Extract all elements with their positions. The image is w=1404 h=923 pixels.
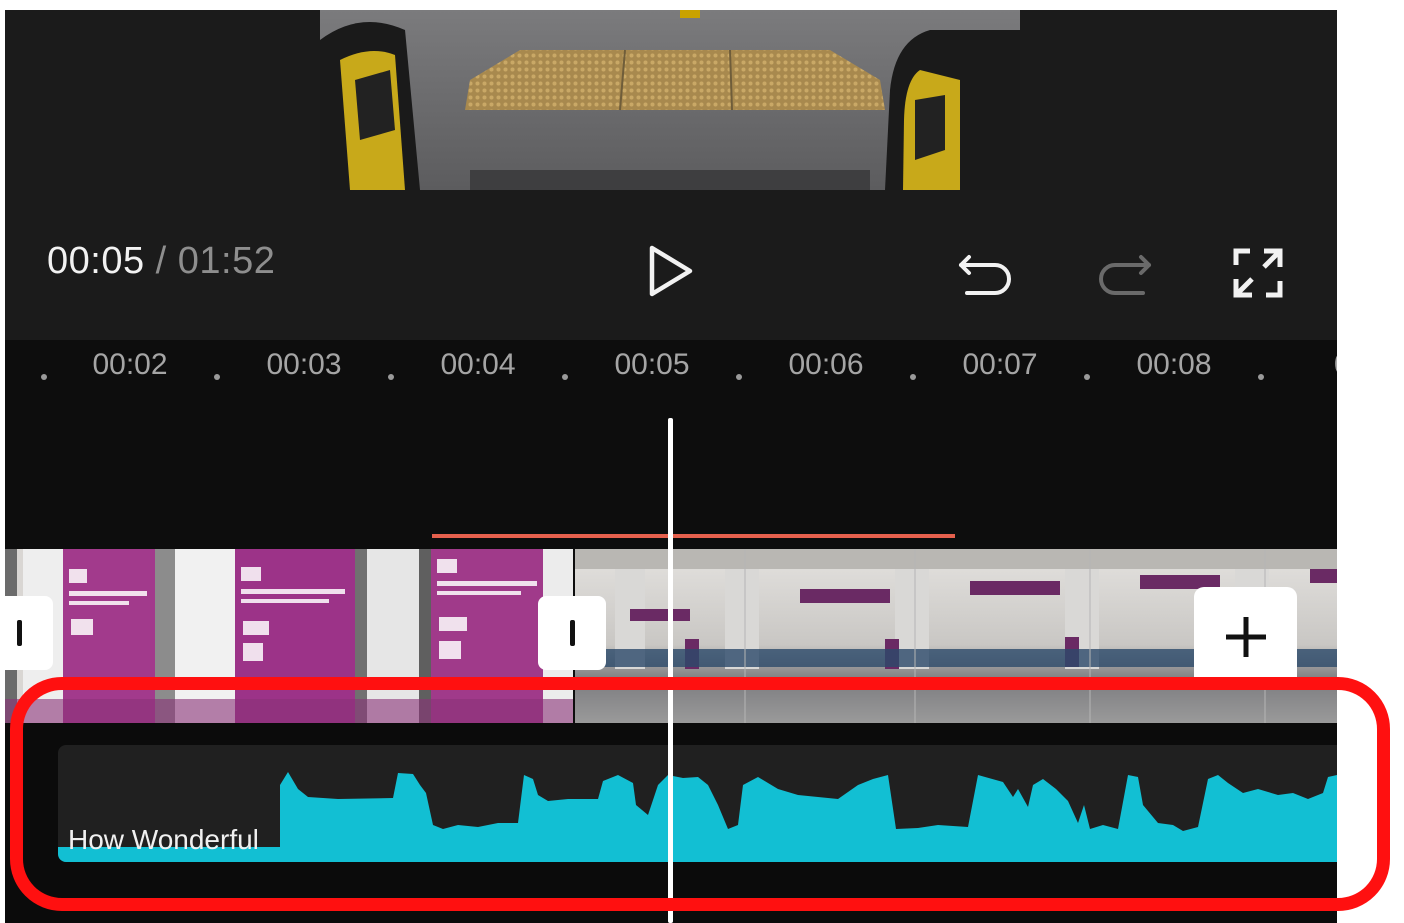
trim-handle-right[interactable] [538,596,606,670]
playhead[interactable] [668,418,673,923]
fullscreen-button[interactable] [1223,238,1293,308]
ruler-dot [41,374,47,380]
ruler-dot [736,374,742,380]
ruler-dot [214,374,220,380]
timecode: 00:05 / 01:52 [47,240,275,283]
redo-icon [1099,255,1151,295]
time-ruler[interactable]: 00:02 00:03 00:04 00:05 00:06 00:07 00:0… [5,340,1337,400]
total-time: 01:52 [177,240,276,282]
ruler-tick: 00 [1334,348,1337,382]
ruler-tick: 00:06 [788,348,864,381]
ruler-tick: 00:05 [614,348,690,381]
redo-button[interactable] [1090,238,1160,308]
undo-button[interactable] [950,238,1020,308]
video-preview[interactable] [320,10,1020,190]
plus-icon [1225,617,1266,657]
fullscreen-icon [1233,248,1283,298]
time-separator: / [155,240,167,282]
ruler-tick: 00:07 [962,348,1038,381]
playback-controls: 00:05 / 01:52 [5,220,1337,320]
ruler-dot [910,374,916,380]
play-icon [649,245,693,297]
video-editor: 00:05 / 01:52 00:02 00:03 00:04 00:05 00… [5,10,1337,923]
handle-grip [569,620,575,646]
ruler-tick: 00:02 [92,348,168,381]
undo-icon [959,255,1011,295]
ruler-tick: 00:03 [266,348,342,381]
selection-indicator [432,534,955,538]
audio-clip[interactable]: How Wonderful [58,745,1337,862]
ruler-dot [1258,374,1264,380]
add-clip-button[interactable] [1194,587,1297,687]
ruler-dot [562,374,568,380]
ruler-dot [1084,374,1090,380]
ruler-dot [388,374,394,380]
video-clip-1[interactable] [5,549,573,723]
handle-grip [16,620,22,646]
trim-handle-left[interactable] [5,596,53,670]
ruler-tick: 00:08 [1136,348,1212,381]
play-button[interactable] [635,236,705,306]
audio-track-label: How Wonderful [68,824,259,855]
current-time: 00:05 [47,240,145,282]
ruler-tick: 00:04 [440,348,516,381]
